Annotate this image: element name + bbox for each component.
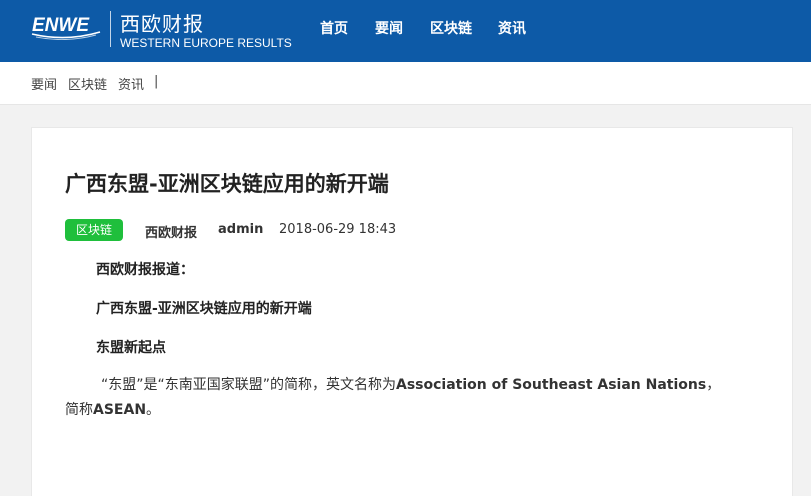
breadcrumb-item-blockchain[interactable]: 区块链 [68,74,107,93]
brand-name-en: WESTERN EUROPE RESULTS [120,36,292,50]
category-tag[interactable]: 区块链 [65,219,123,241]
logo-text: ENWE [32,15,90,36]
body-line-2: 简称ASEAN。 [65,398,765,423]
article-lead: 西欧财报报道： [96,262,194,278]
breadcrumb-item-info[interactable]: 资讯 [118,74,144,93]
brand-name-cn: 西欧财报 [120,12,204,36]
body-english-name: Association of Southeast Asian Nations [396,377,707,393]
nav-blockchain[interactable]: 区块链 [430,18,472,38]
body-text-segment: ， [706,377,721,393]
section-heading: 东盟新起点 [96,340,166,356]
body-text-segment: 简称 [65,402,93,418]
body-text-segment: 。 [146,402,161,418]
article-author: admin [218,222,264,237]
top-header: ENWE 西欧财报 WESTERN EUROPE RESULTS 首页 要闻 区… [0,0,811,62]
breadcrumb-item-news[interactable]: 要闻 [31,74,57,93]
nav-news[interactable]: 要闻 [375,18,403,38]
breadcrumb: 要闻 区块链 资讯 | [0,62,811,105]
article-subtitle: 广西东盟-亚洲区块链应用的新开端 [96,301,312,317]
article-source: 西欧财报 [145,226,198,241]
article-title: 广西东盟-亚洲区块链应用的新开端 [65,172,389,196]
logo-divider [110,11,111,47]
breadcrumb-separator: | [154,74,159,89]
article-card: 广西东盟-亚洲区块链应用的新开端 区块链 西欧财报 admin 2018-06-… [31,127,793,496]
nav-info[interactable]: 资讯 [498,18,526,38]
site-logo-icon[interactable]: ENWE [30,12,102,40]
article-datetime: 2018-06-29 18:43 [279,222,397,237]
nav-home[interactable]: 首页 [320,18,348,38]
body-abbreviation: ASEAN [93,402,147,418]
body-line-1: “东盟”是“东南亚国家联盟”的简称，英文名称为Association of So… [65,373,765,398]
article-body: “东盟”是“东南亚国家联盟”的简称，英文名称为Association of So… [65,373,765,423]
body-text-segment: “东盟”是“东南亚国家联盟”的简称，英文名称为 [101,377,397,393]
